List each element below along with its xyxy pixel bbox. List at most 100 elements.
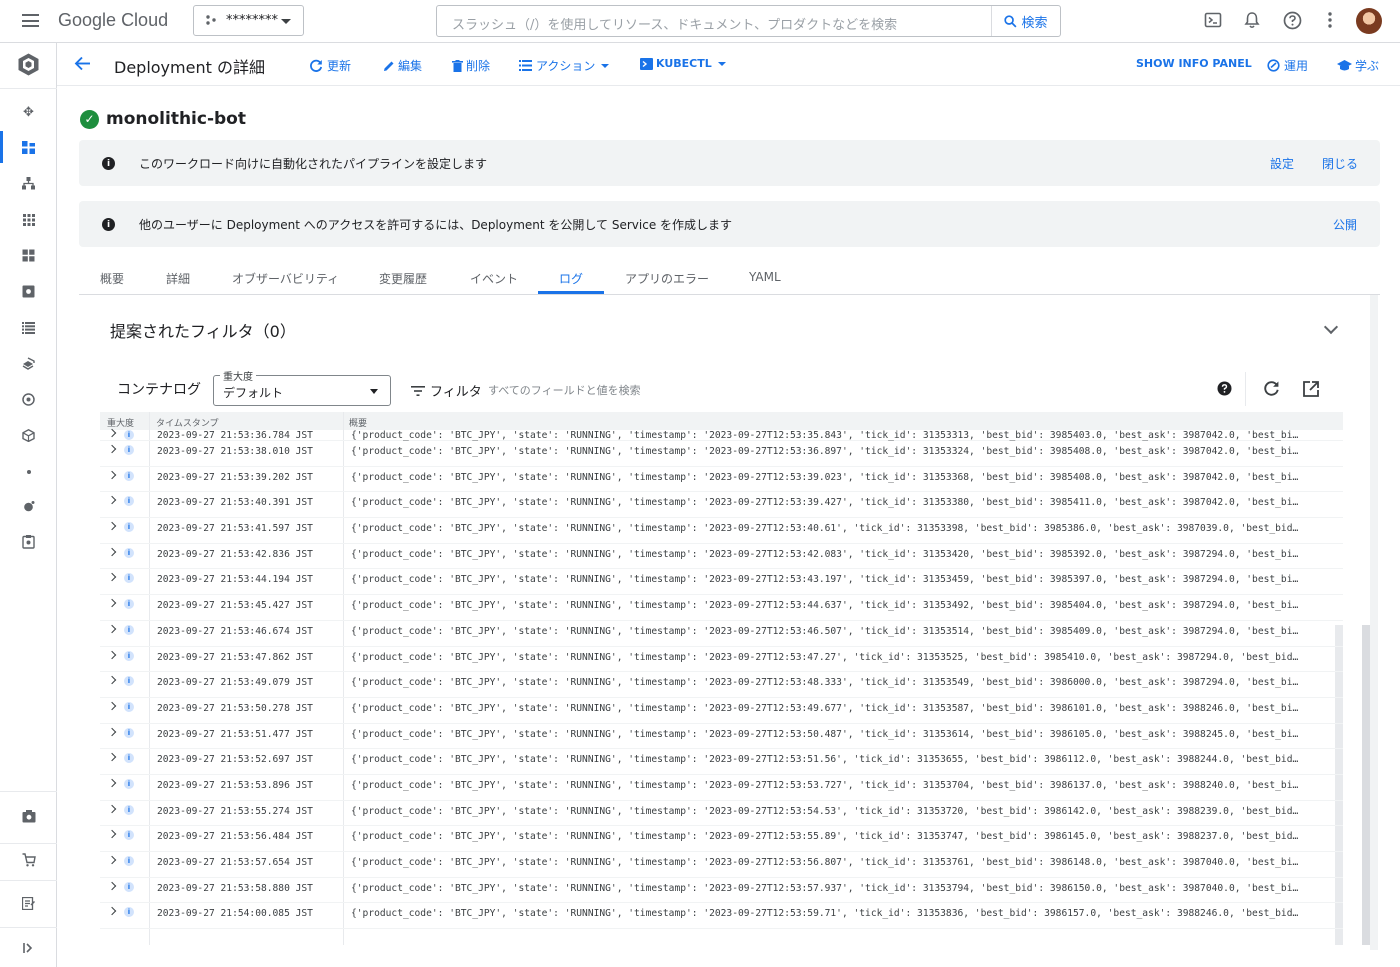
dismiss-link[interactable]: 閉じる bbox=[1322, 155, 1358, 172]
column-timestamp[interactable]: タイムスタンプ bbox=[156, 416, 219, 429]
tab-app-errors[interactable]: アプリのエラー bbox=[625, 270, 709, 287]
log-row[interactable]: i 2023-09-27 21:53:46.674 JST {'product_co… bbox=[100, 621, 1343, 647]
search-input[interactable]: スラッシュ（/）を使用してリソース、ドキュメント、プロダクトなどを検索 bbox=[452, 14, 897, 33]
log-row[interactable]: i 2023-09-27 21:53:39.202 JST {'product_co… bbox=[100, 467, 1343, 493]
release-notes-icon[interactable] bbox=[21, 809, 36, 824]
page-scrollbar[interactable] bbox=[1370, 295, 1378, 950]
edit-button[interactable]: 編集 bbox=[383, 57, 422, 74]
kubernetes-engine-icon[interactable] bbox=[16, 52, 41, 77]
expand-more-icon[interactable] bbox=[1323, 319, 1339, 335]
services-icon[interactable] bbox=[21, 176, 36, 191]
back-arrow-icon[interactable] bbox=[74, 55, 91, 76]
main-menu-icon[interactable] bbox=[22, 14, 39, 27]
log-row[interactable]: i 2023-09-27 21:54:00.085 JST {'product_co… bbox=[100, 903, 1343, 930]
applications-icon[interactable] bbox=[21, 212, 36, 227]
tab-revision-history[interactable]: 変更履歴 bbox=[379, 270, 427, 287]
expand-row-icon[interactable] bbox=[107, 855, 117, 865]
feature-manager-icon[interactable] bbox=[21, 499, 36, 514]
log-row[interactable]: i 2023-09-27 21:53:52.697 JST {'product_co… bbox=[100, 749, 1343, 775]
migrate-to-containers-icon[interactable] bbox=[21, 356, 36, 371]
expand-row-icon[interactable] bbox=[107, 598, 117, 608]
log-row[interactable]: i 2023-09-27 21:53:42.836 JST {'product_co… bbox=[100, 544, 1343, 570]
cloud-shell-icon[interactable] bbox=[1204, 11, 1222, 29]
log-row[interactable]: i 2023-09-27 21:53:47.862 JST {'product_co… bbox=[100, 647, 1343, 673]
notifications-icon[interactable] bbox=[1243, 11, 1261, 29]
severity-select[interactable]: 重大度 デフォルト bbox=[213, 368, 391, 406]
actions-menu-button[interactable]: アクション bbox=[519, 57, 610, 74]
backup-icon[interactable] bbox=[21, 392, 36, 407]
operate-button[interactable]: 運用 bbox=[1267, 57, 1308, 74]
project-selector[interactable]: ******** bbox=[193, 5, 304, 36]
refresh-button[interactable]: 更新 bbox=[309, 57, 351, 74]
show-info-panel-button[interactable]: SHOW INFO PANEL bbox=[1136, 57, 1252, 70]
expand-row-icon[interactable] bbox=[107, 496, 117, 505]
log-row[interactable]: i 2023-09-27 21:53:56.484 JST {'product_co… bbox=[100, 826, 1343, 852]
log-row[interactable]: i 2023-09-27 21:53:58.880 JST {'product_co… bbox=[100, 878, 1343, 904]
page-scrollbar-thumb[interactable] bbox=[1362, 625, 1370, 945]
expand-row-icon[interactable] bbox=[107, 428, 117, 438]
expand-row-icon[interactable] bbox=[107, 444, 117, 454]
log-row[interactable]: i 2023-09-27 21:53:49.079 JST {'product_co… bbox=[100, 672, 1343, 698]
delete-button[interactable]: 削除 bbox=[452, 57, 490, 74]
collapse-rail-icon[interactable] bbox=[21, 940, 36, 955]
help-icon[interactable] bbox=[1283, 11, 1302, 30]
more-vert-icon[interactable] bbox=[1327, 11, 1333, 29]
column-summary[interactable]: 概要 bbox=[349, 416, 367, 429]
log-row[interactable]: i 2023-09-27 21:53:36.784 JST {'product_co… bbox=[100, 428, 1343, 441]
filter-input[interactable]: すべてのフィールドと値を検索 bbox=[488, 382, 641, 398]
log-row[interactable]: i 2023-09-27 21:53:38.010 JST {'product_co… bbox=[100, 441, 1343, 467]
expand-row-icon[interactable] bbox=[107, 650, 117, 659]
setup-link[interactable]: 設定 bbox=[1270, 155, 1294, 172]
marketplace-cart-icon[interactable] bbox=[21, 852, 36, 867]
expand-row-icon[interactable] bbox=[107, 624, 117, 634]
tab-logs[interactable]: ログ bbox=[559, 270, 583, 287]
expose-link[interactable]: 公開 bbox=[1333, 216, 1357, 233]
expand-row-icon[interactable] bbox=[107, 753, 117, 762]
workloads-icon[interactable] bbox=[21, 140, 36, 155]
column-severity[interactable]: 重大度 bbox=[107, 416, 134, 429]
expand-row-icon[interactable] bbox=[107, 675, 117, 685]
open-in-new-icon[interactable] bbox=[1302, 380, 1320, 398]
tab-events[interactable]: イベント bbox=[470, 270, 518, 287]
log-row[interactable]: i 2023-09-27 21:53:41.597 JST {'product_co… bbox=[100, 518, 1343, 544]
secrets-configmaps-icon[interactable] bbox=[21, 248, 36, 263]
search-button[interactable]: 検索 bbox=[991, 6, 1060, 36]
log-row[interactable]: i 2023-09-27 21:53:57.654 JST {'product_co… bbox=[100, 852, 1343, 878]
object-browser-icon[interactable] bbox=[21, 320, 36, 335]
expand-row-icon[interactable] bbox=[107, 907, 117, 916]
clusters-icon[interactable]: ✥ bbox=[21, 105, 36, 120]
refresh-icon[interactable] bbox=[1263, 380, 1280, 397]
google-cloud-logo[interactable]: Google Cloud bbox=[58, 10, 168, 31]
help-circle-icon[interactable] bbox=[1217, 381, 1232, 396]
log-row[interactable]: i 2023-09-27 21:53:45.427 JST {'product_co… bbox=[100, 595, 1343, 621]
expand-row-icon[interactable] bbox=[107, 830, 117, 839]
search-bar[interactable]: スラッシュ（/）を使用してリソース、ドキュメント、プロダクトなどを検索 検索 bbox=[436, 5, 1061, 37]
log-row[interactable]: i 2023-09-27 21:53:53.896 JST {'product_co… bbox=[100, 775, 1343, 801]
expand-row-icon[interactable] bbox=[107, 701, 117, 711]
filter-toggle[interactable]: フィルタ bbox=[411, 381, 482, 400]
suggested-filters-title[interactable]: 提案されたフィルタ（0） bbox=[110, 318, 296, 342]
log-row[interactable]: i 2023-09-27 21:53:50.278 JST {'product_co… bbox=[100, 698, 1343, 724]
tab-observability[interactable]: オブザーバビリティ bbox=[232, 270, 339, 287]
learn-button[interactable]: 学ぶ bbox=[1337, 57, 1379, 74]
kubectl-menu-button[interactable]: KUBECTL bbox=[640, 57, 726, 70]
log-row[interactable]: i 2023-09-27 21:53:44.194 JST {'product_co… bbox=[100, 569, 1343, 596]
expand-row-icon[interactable] bbox=[107, 521, 117, 531]
security-posture-icon[interactable] bbox=[21, 534, 36, 549]
tab-details[interactable]: 詳細 bbox=[166, 270, 190, 287]
expand-row-icon[interactable] bbox=[107, 778, 117, 788]
storage-icon[interactable] bbox=[21, 284, 36, 299]
tab-overview[interactable]: 概要 bbox=[100, 270, 124, 287]
marketplace-icon[interactable] bbox=[21, 428, 36, 443]
expand-row-icon[interactable] bbox=[107, 881, 117, 890]
tab-yaml[interactable]: YAML bbox=[749, 270, 781, 284]
expand-row-icon[interactable] bbox=[107, 573, 117, 582]
log-row[interactable]: i 2023-09-27 21:53:40.391 JST {'product_co… bbox=[100, 492, 1343, 519]
expand-row-icon[interactable] bbox=[107, 470, 117, 479]
release-notes-doc-icon[interactable] bbox=[21, 896, 36, 911]
log-row[interactable]: i 2023-09-27 21:53:55.274 JST {'product_co… bbox=[100, 801, 1343, 827]
expand-row-icon[interactable] bbox=[107, 804, 117, 813]
avatar[interactable] bbox=[1356, 8, 1382, 34]
log-row[interactable]: i 2023-09-27 21:53:51.477 JST {'product_co… bbox=[100, 724, 1343, 750]
expand-row-icon[interactable] bbox=[107, 727, 117, 736]
